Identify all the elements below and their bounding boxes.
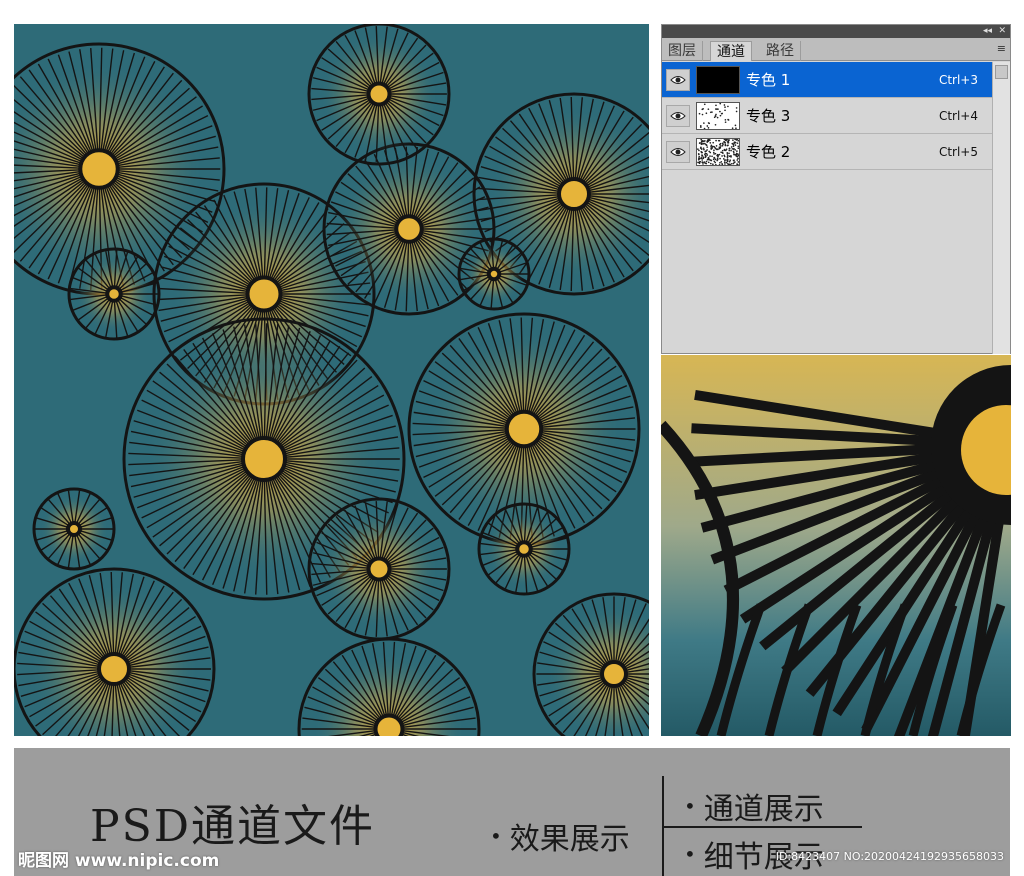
channel-name: 专色 2 <box>746 143 791 161</box>
eye-icon <box>670 112 686 120</box>
channel-row[interactable]: 专色 2 Ctrl+5 <box>662 134 992 170</box>
caption-bar: PSD通道文件 • 效果展示 • 通道展示 • 细节展示 昵图网 www.nipic.… <box>14 748 1010 876</box>
channel-name: 专色 1 <box>746 71 791 89</box>
tab-paths[interactable]: 路径 <box>760 41 801 61</box>
floral-pattern-image <box>14 24 649 736</box>
eye-icon <box>670 76 686 84</box>
collapse-icon[interactable]: ◂◂ <box>983 25 992 38</box>
channel-thumbnail <box>696 66 740 94</box>
panel-titlebar: ◂◂ ✕ <box>662 25 1010 38</box>
watermark-id: ID:8423407 NO:20200424192935658033 <box>775 850 1004 863</box>
channel-thumbnail <box>696 138 740 166</box>
caption-item-effect: • 效果展示 <box>490 822 630 857</box>
channel-row[interactable]: 专色 1 Ctrl+3 <box>662 62 992 98</box>
close-icon[interactable]: ✕ <box>998 25 1006 38</box>
caption-title: PSD通道文件 <box>90 801 376 852</box>
channel-thumbnail <box>696 102 740 130</box>
panel-tabs: 图层 通道 路径 ≡ <box>662 38 1010 61</box>
pattern-preview <box>14 24 649 736</box>
visibility-toggle[interactable] <box>666 105 690 127</box>
visibility-toggle[interactable] <box>666 69 690 91</box>
tab-channels[interactable]: 通道 <box>710 41 752 61</box>
visibility-toggle[interactable] <box>666 141 690 163</box>
scrollbar-thumb[interactable] <box>995 65 1008 79</box>
eye-icon <box>670 148 686 156</box>
channel-shortcut: Ctrl+3 <box>938 73 978 87</box>
channels-panel: ◂◂ ✕ 图层 通道 路径 ≡ 专色 1 Ctrl+3 专色 3 Ctrl+4 <box>661 24 1011 354</box>
panel-menu-icon[interactable]: ≡ <box>997 42 1006 55</box>
panel-scrollbar[interactable] <box>992 62 1010 354</box>
channel-row[interactable]: 专色 3 Ctrl+4 <box>662 98 992 134</box>
channel-name: 专色 3 <box>746 107 791 125</box>
detail-zoom-image <box>661 355 1011 736</box>
channel-list: 专色 1 Ctrl+3 专色 3 Ctrl+4 专色 2 Ctrl+5 <box>662 62 992 170</box>
watermark-logo: 昵图网 www.nipic.com <box>18 851 220 871</box>
channel-shortcut: Ctrl+5 <box>938 145 978 159</box>
caption-item-channel: • 通道展示 <box>684 792 824 827</box>
tab-layers[interactable]: 图层 <box>662 41 703 61</box>
channel-shortcut: Ctrl+4 <box>938 109 978 123</box>
detail-zoom-preview <box>661 355 1011 736</box>
